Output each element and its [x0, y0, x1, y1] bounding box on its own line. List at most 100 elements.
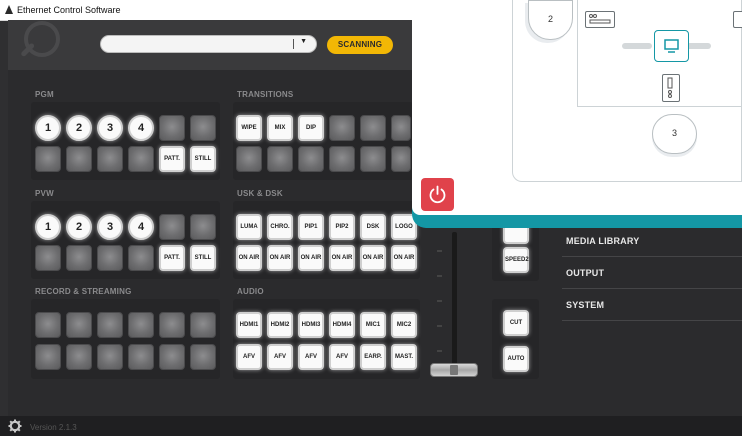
pvw-key-3[interactable]: 3	[97, 214, 123, 240]
dip-button[interactable]: DIP	[298, 115, 324, 141]
t-bar-handle[interactable]	[430, 363, 478, 377]
menu-divider	[562, 288, 742, 289]
record-key-12[interactable]	[190, 344, 216, 370]
record-key-4[interactable]	[128, 312, 154, 338]
pvw-key-9[interactable]	[97, 245, 123, 271]
record-key-11[interactable]	[159, 344, 185, 370]
pvw-key-5[interactable]	[159, 214, 185, 240]
chroma-button[interactable]: CHRO.	[267, 214, 293, 240]
audio-hdmi4-button[interactable]: HDMI4	[329, 312, 355, 338]
transition-key-12[interactable]	[391, 146, 411, 172]
pvw-key-4[interactable]: 4	[128, 214, 154, 240]
pgm-key-10[interactable]	[128, 146, 154, 172]
mix-button[interactable]: MIX	[267, 115, 293, 141]
pvw-still-button[interactable]: STILL	[190, 245, 216, 271]
transition-key-7[interactable]	[236, 146, 262, 172]
transition-key-11[interactable]	[360, 146, 386, 172]
device-icon-partial[interactable]	[733, 11, 742, 28]
fader-tick	[437, 250, 442, 252]
record-key-9[interactable]	[97, 344, 123, 370]
afv-button-2[interactable]: AFV	[267, 344, 293, 370]
device-select[interactable]: ▼	[100, 35, 317, 53]
earphone-button[interactable]: EARP.	[360, 344, 386, 370]
pgm-key-7[interactable]	[35, 146, 61, 172]
record-key-10[interactable]	[128, 344, 154, 370]
transition-key-6[interactable]	[391, 115, 411, 141]
pgm-key-5[interactable]	[159, 115, 185, 141]
section-label-pgm: PGM	[35, 90, 54, 99]
section-label-usk-dsk: USK & DSK	[237, 189, 283, 198]
cut-button[interactable]: CUT	[503, 310, 529, 336]
pgm-key-8[interactable]	[66, 146, 92, 172]
power-button[interactable]	[421, 178, 454, 211]
audio-hdmi1-button[interactable]: HDMI1	[236, 312, 262, 338]
footer-bar	[0, 416, 742, 436]
pvw-key-2[interactable]: 2	[66, 214, 92, 240]
afv-button-4[interactable]: AFV	[329, 344, 355, 370]
transition-key-5[interactable]	[360, 115, 386, 141]
pip2-button[interactable]: PIP2	[329, 214, 355, 240]
window-title: Ethernet Control Software	[17, 5, 121, 15]
app-logo-icon	[5, 5, 13, 14]
pip1-on-air-button[interactable]: ON AIR	[298, 245, 324, 271]
luma-button[interactable]: LUMA	[236, 214, 262, 240]
pgm-key-4[interactable]: 4	[128, 115, 154, 141]
record-key-7[interactable]	[35, 344, 61, 370]
audio-mic2-button[interactable]: MIC2	[391, 312, 417, 338]
pvw-key-6[interactable]	[190, 214, 216, 240]
monitor-icon[interactable]	[654, 30, 689, 62]
section-label-record-streaming: RECORD & STREAMING	[35, 287, 132, 296]
luma-on-air-button[interactable]: ON AIR	[236, 245, 262, 271]
wipe-button[interactable]: WIPE	[236, 115, 262, 141]
audio-hdmi3-button[interactable]: HDMI3	[298, 312, 324, 338]
pip2-on-air-button[interactable]: ON AIR	[329, 245, 355, 271]
transition-key-8[interactable]	[267, 146, 293, 172]
audio-mic1-button[interactable]: MIC1	[360, 312, 386, 338]
transition-key-10[interactable]	[329, 146, 355, 172]
pgm-key-6[interactable]	[190, 115, 216, 141]
record-key-3[interactable]	[97, 312, 123, 338]
transition-key-4[interactable]	[329, 115, 355, 141]
pip1-button[interactable]: PIP1	[298, 214, 324, 240]
pvw-key-1[interactable]: 1	[35, 214, 61, 240]
scanning-button[interactable]: SCANNING	[327, 36, 393, 54]
camera-device-icon[interactable]	[662, 74, 680, 102]
record-key-5[interactable]	[159, 312, 185, 338]
pgm-key-1[interactable]: 1	[35, 115, 61, 141]
pgm-key-2[interactable]: 2	[66, 115, 92, 141]
menu-item-output[interactable]: OUTPUT	[566, 268, 604, 278]
device-node-3[interactable]: 3	[652, 114, 697, 154]
section-label-pvw: PVW	[35, 189, 54, 198]
master-audio-button[interactable]: MAST.	[391, 344, 417, 370]
dsk-on-air-button[interactable]: ON AIR	[360, 245, 386, 271]
dsk-button[interactable]: DSK	[360, 214, 386, 240]
pgm-still-button[interactable]: STILL	[190, 146, 216, 172]
pvw-key-10[interactable]	[128, 245, 154, 271]
afv-button-1[interactable]: AFV	[236, 344, 262, 370]
record-key-8[interactable]	[66, 344, 92, 370]
version-label: Version 2.1.3	[30, 423, 77, 432]
switch-device-icon[interactable]	[585, 11, 615, 28]
record-key-1[interactable]	[35, 312, 61, 338]
speed2-button[interactable]: SPEED2	[503, 247, 529, 273]
record-key-2[interactable]	[66, 312, 92, 338]
pvw-key-7[interactable]	[35, 245, 61, 271]
section-label-transitions: TRANSITIONS	[237, 90, 294, 99]
pvw-pattern-button[interactable]: PATT.	[159, 245, 185, 271]
logo-on-air-button[interactable]: ON AIR	[391, 245, 417, 271]
record-key-6[interactable]	[190, 312, 216, 338]
menu-item-media-library[interactable]: MEDIA LIBRARY	[566, 236, 639, 246]
chevron-down-icon[interactable]: ▼	[300, 38, 307, 45]
pvw-key-8[interactable]	[66, 245, 92, 271]
audio-hdmi2-button[interactable]: HDMI2	[267, 312, 293, 338]
transition-key-9[interactable]	[298, 146, 324, 172]
afv-button-3[interactable]: AFV	[298, 344, 324, 370]
pgm-key-9[interactable]	[97, 146, 123, 172]
pgm-key-3[interactable]: 3	[97, 115, 123, 141]
auto-button[interactable]: AUTO	[503, 346, 529, 372]
gear-icon[interactable]	[8, 419, 22, 433]
power-icon	[429, 185, 446, 204]
chroma-on-air-button[interactable]: ON AIR	[267, 245, 293, 271]
menu-item-system[interactable]: SYSTEM	[566, 300, 604, 310]
pgm-pattern-button[interactable]: PATT.	[159, 146, 185, 172]
